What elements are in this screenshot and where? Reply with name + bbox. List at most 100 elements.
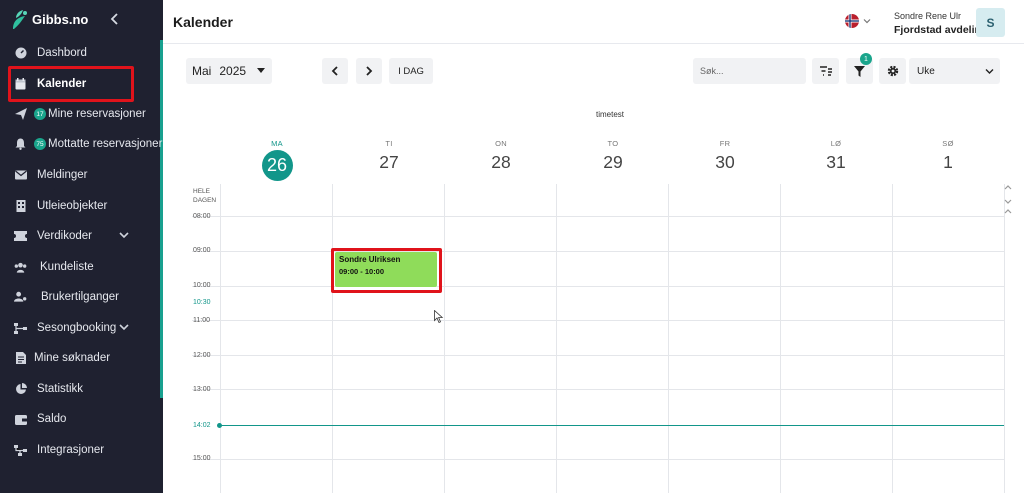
time-label: 09:00 xyxy=(193,247,211,254)
grid-row-line xyxy=(192,459,1004,460)
current-time-line xyxy=(219,425,1004,426)
allday-label: HELE DAGEN xyxy=(193,187,216,205)
dashboard-icon xyxy=(14,47,27,60)
brand-name: Gibbs.no xyxy=(32,12,89,27)
grid-column-line xyxy=(1004,184,1005,493)
sidebar-item-utleieobjekter[interactable]: Utleieobjekter xyxy=(0,192,160,220)
mail-icon xyxy=(14,169,27,182)
send-icon xyxy=(14,108,27,121)
sidebar-item-label: Mine søknader xyxy=(34,352,111,364)
sidebar-item-verdikoder[interactable]: Verdikoder xyxy=(0,222,160,250)
sidebar-item-sesongbooking[interactable]: Sesongbooking xyxy=(0,314,160,342)
sidebar-scrollbar[interactable] xyxy=(160,40,163,398)
day-header-sun[interactable]: SØ 1 xyxy=(892,139,1004,173)
filter-count-badge: 1 xyxy=(860,53,872,65)
sidebar-item-kundeliste[interactable]: Kundeliste xyxy=(0,253,160,281)
grid-column-line xyxy=(220,184,221,493)
day-header-thu[interactable]: TO 29 xyxy=(557,139,669,173)
view-select[interactable]: Uke xyxy=(909,58,1000,84)
chevron-up-icon[interactable] xyxy=(1004,208,1012,214)
chevron-left-icon xyxy=(331,66,338,76)
sidebar-item-label: Mine reservasjoner xyxy=(48,108,146,120)
time-label: 08:00 xyxy=(193,213,211,220)
sidebar-item-mottatte-reservasjoner[interactable]: 75 Mottatte reservasjoner xyxy=(0,130,162,158)
chevron-down-icon[interactable] xyxy=(863,17,871,25)
chevron-left-icon xyxy=(110,13,118,25)
today-button[interactable]: I DAG xyxy=(389,58,433,84)
grid-row-line xyxy=(192,320,1004,321)
search-input[interactable] xyxy=(700,66,800,76)
sidebar-item-saldo[interactable]: Saldo xyxy=(0,405,160,433)
sidebar: Gibbs.no Dashbord Kalender 17 Mine reser… xyxy=(0,0,163,493)
norway-flag-icon[interactable] xyxy=(845,14,859,28)
chevron-right-icon xyxy=(366,66,373,76)
sidebar-item-meldinger[interactable]: Meldinger xyxy=(0,161,160,189)
day-number: 29 xyxy=(603,152,623,172)
current-time-dot xyxy=(217,423,222,428)
day-number: 27 xyxy=(379,152,399,172)
next-week-button[interactable] xyxy=(356,58,382,84)
day-header-fri[interactable]: FR 30 xyxy=(669,139,781,173)
gear-icon xyxy=(887,65,898,77)
day-number: 30 xyxy=(715,152,735,172)
time-label: 13:00 xyxy=(193,386,211,393)
day-name: MA xyxy=(271,139,283,148)
avatar[interactable]: S xyxy=(976,8,1005,37)
chevron-up-icon[interactable] xyxy=(1004,184,1012,190)
day-number: 31 xyxy=(826,152,846,172)
user-department[interactable]: Fjordstad avdeling xyxy=(894,24,987,36)
sidebar-item-label: Statistikk xyxy=(37,383,84,395)
collapse-sidebar-button[interactable] xyxy=(110,12,124,28)
grid-column-line xyxy=(892,184,893,493)
user-key-icon xyxy=(14,291,27,304)
grid-column-line xyxy=(780,184,781,493)
sidebar-item-label: Kundeliste xyxy=(40,261,94,273)
day-header-wed[interactable]: ON 28 xyxy=(445,139,557,173)
day-header-mon[interactable]: MA 26 xyxy=(221,139,333,181)
current-time-label: 14:02 xyxy=(193,422,211,429)
day-name: SØ xyxy=(942,139,954,148)
time-label: 10:00 xyxy=(193,282,211,289)
day-name: TI xyxy=(385,139,393,148)
mouse-cursor-icon xyxy=(434,310,444,323)
chevron-down-icon xyxy=(119,232,129,239)
top-bar: Kalender Sondre Rene Ulr Fjordstad avdel… xyxy=(163,0,1024,44)
day-name: FR xyxy=(719,139,731,148)
sidebar-item-mine-reservasjoner[interactable]: 17 Mine reservasjoner xyxy=(0,100,160,128)
sidebar-item-brukertilganger[interactable]: Brukertilganger xyxy=(0,283,160,311)
month-year-select[interactable]: Mai 2025 xyxy=(186,58,272,84)
year-label: 2025 xyxy=(219,64,247,78)
sidebar-item-label: Integrasjoner xyxy=(37,444,105,456)
day-number: 1 xyxy=(943,152,953,172)
chevron-down-icon xyxy=(119,324,129,331)
chevron-down-icon xyxy=(985,69,994,74)
month-label: Mai xyxy=(192,64,212,78)
highlight-annotation xyxy=(331,248,442,293)
calendar-title: timetest xyxy=(596,110,625,119)
count-badge: 17 xyxy=(34,108,46,120)
calendar-scroll-controls[interactable] xyxy=(1004,184,1012,217)
day-header-tue[interactable]: TI 27 xyxy=(333,139,445,173)
day-header-sat[interactable]: LØ 31 xyxy=(780,139,892,173)
bell-icon xyxy=(14,138,27,151)
allday-label-line: HELE xyxy=(193,188,210,195)
integration-icon xyxy=(14,444,27,457)
sidebar-item-statistikk[interactable]: Statistikk xyxy=(0,375,160,403)
settings-button[interactable] xyxy=(879,58,906,84)
time-label: 11:00 xyxy=(193,317,210,324)
ticket-icon xyxy=(14,230,27,243)
search-field[interactable] xyxy=(693,58,806,84)
grid-row-line xyxy=(192,216,1004,217)
filter-list-button[interactable] xyxy=(812,58,839,84)
app-root: Gibbs.no Dashbord Kalender 17 Mine reser… xyxy=(0,0,1024,493)
sidebar-item-integrasjoner[interactable]: Integrasjoner xyxy=(0,436,160,464)
wallet-icon xyxy=(14,413,27,426)
brand-row: Gibbs.no xyxy=(0,0,163,40)
chevron-down-icon[interactable] xyxy=(1004,199,1012,205)
sidebar-item-dashbord[interactable]: Dashbord xyxy=(0,39,160,67)
day-name: LØ xyxy=(830,139,842,148)
time-marker-label: 10:30 xyxy=(193,299,211,306)
sidebar-item-mine-soknader[interactable]: Mine søknader xyxy=(0,344,160,372)
previous-week-button[interactable] xyxy=(322,58,348,84)
allday-label-line: DAGEN xyxy=(193,197,217,204)
